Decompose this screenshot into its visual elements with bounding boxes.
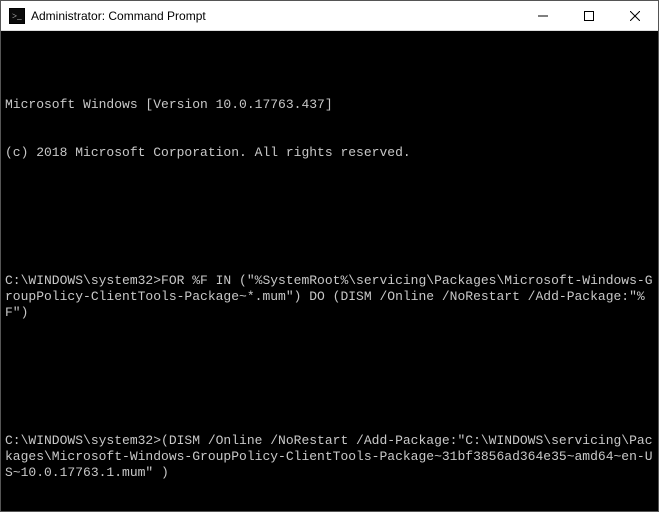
minimize-button[interactable]	[520, 1, 566, 31]
maximize-button[interactable]	[566, 1, 612, 31]
terminal-output[interactable]: Microsoft Windows [Version 10.0.17763.43…	[1, 31, 658, 511]
command-line: C:\WINDOWS\system32>FOR %F IN ("%SystemR…	[5, 273, 654, 321]
window-title: Administrator: Command Prompt	[31, 9, 520, 23]
cmd-icon: >_	[9, 8, 25, 24]
titlebar[interactable]: >_ Administrator: Command Prompt	[1, 1, 658, 31]
close-button[interactable]	[612, 1, 658, 31]
svg-text:>_: >_	[12, 11, 22, 21]
output-line: (c) 2018 Microsoft Corporation. All righ…	[5, 145, 654, 161]
command-line: C:\WINDOWS\system32>(DISM /Online /NoRes…	[5, 433, 654, 481]
command-prompt-window: >_ Administrator: Command Prompt Microso…	[0, 0, 659, 512]
output-line: Microsoft Windows [Version 10.0.17763.43…	[5, 97, 654, 113]
